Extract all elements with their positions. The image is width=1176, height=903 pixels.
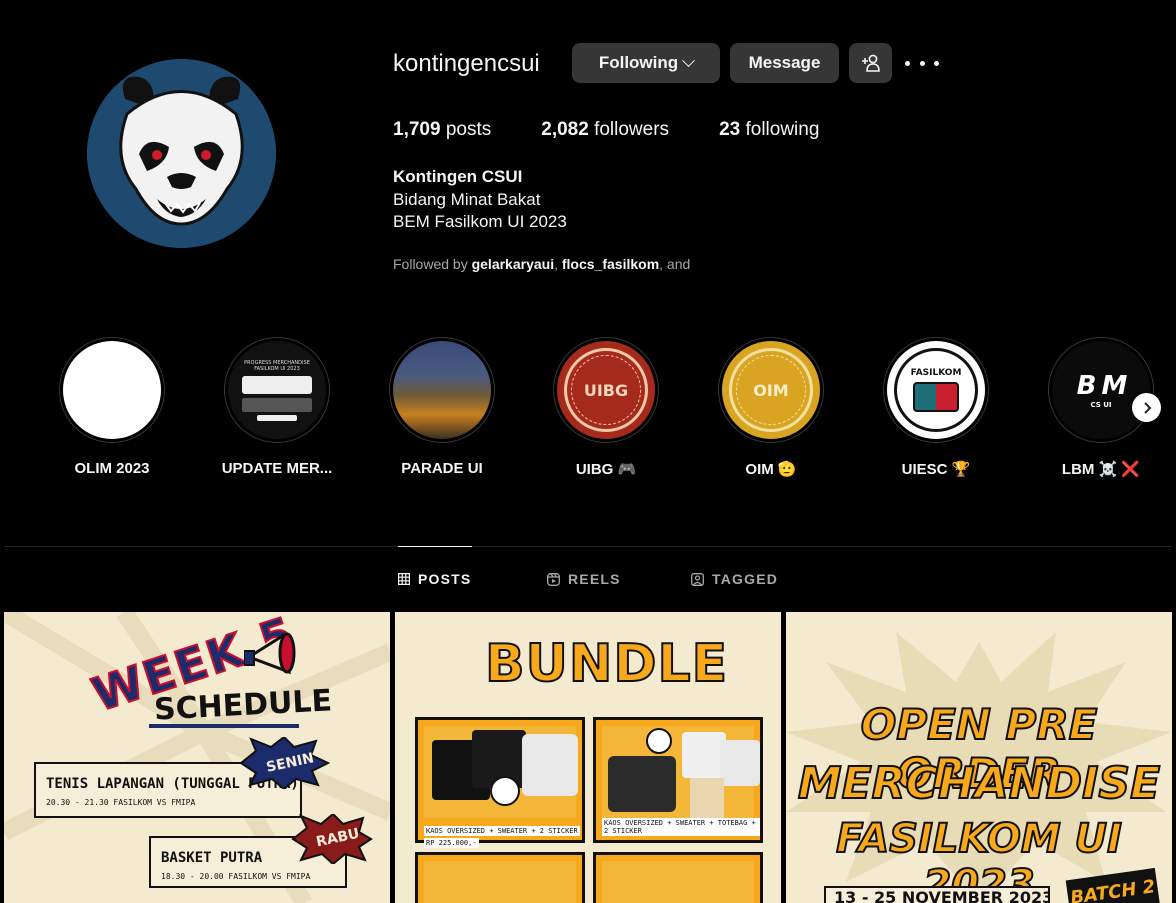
more-options-icon[interactable] [905,52,939,74]
highlight-parade-ui[interactable]: PARADE UI [377,337,507,477]
following-stat[interactable]: 23 following [719,119,819,141]
bundle-card: KAOS OVERSIZED + SWEATER + 2 STICKER RP … [415,717,585,848]
schedule-card-subtitle: 18.30 - 20.00 FASILKOM VS FMIPA [161,872,311,881]
followers-stat[interactable]: 2,082 followers [541,119,669,141]
highlight-olim-2023[interactable]: OLIM 2023 [47,337,177,477]
highlight-label: LBM ☠️ ❌ [1061,461,1141,478]
grid-icon [398,573,410,585]
posts-stat: 1,709 posts [393,119,491,141]
uibg-badge-icon: UIBG [557,341,655,439]
profile-bio-line-2: BEM Fasilkom UI 2023 [393,212,567,231]
highlight-label: UPDATE MER... [221,460,333,477]
highlight-label: OIM 🫡 [745,461,797,478]
profile-avatar[interactable] [87,59,276,248]
bundle-card-price: RP 225.000,- [424,838,479,848]
chevron-right-icon [1143,401,1151,414]
tab-tagged-label: TAGGED [712,571,779,587]
highlight-ring [389,337,495,443]
followers-count: 2,082 [541,119,589,140]
highlight-ring [59,337,165,443]
oim-badge-icon: OIM [722,341,820,439]
profile-stats: 1,709 posts 2,082 followers 23 following [393,119,869,141]
post2-title: BUNDLE [484,633,729,695]
followed-by[interactable]: Followed by gelarkaryaui, flocs_fasilkom… [393,256,690,272]
bundle-card: KAOS OVERSIZED + SWEATER + TOTEBAG + 2 S… [593,717,763,843]
panda-logo-icon [87,59,276,248]
tagged-icon [691,572,704,586]
highlight-uibg[interactable]: UIBG UIBG 🎮 [541,337,671,478]
tab-tagged[interactable]: TAGGED [691,571,778,587]
highlight-oim[interactable]: OIM OIM 🫡 [706,337,836,478]
highlights-next-button[interactable] [1132,393,1161,422]
update-thumb-title: PROGRESS MERCHANDISE FASILKOM UI 2023 [244,359,310,372]
highlight-ring: PROGRESS MERCHANDISE FASILKOM UI 2023 [224,337,330,443]
white-circle-icon [63,341,161,439]
chevron-down-icon [682,53,696,67]
add-user-icon [861,54,880,72]
followed-by-prefix: Followed by [393,256,472,272]
fasilkom-badge-icon: FASILKOM [887,341,985,439]
highlight-ring: FASILKOM [883,337,989,443]
posts-count: 1,709 [393,119,441,140]
highlight-update-merch[interactable]: PROGRESS MERCHANDISE FASILKOM UI 2023 UP… [212,337,342,477]
text-thumbnail-icon: PROGRESS MERCHANDISE FASILKOM UI 2023 [228,341,326,439]
tab-posts[interactable]: POSTS [398,571,471,587]
uibg-badge-text: UIBG [571,355,641,425]
oim-badge-text: OIM [736,355,806,425]
message-button[interactable]: Message [730,43,839,83]
post3-dates: 13 - 25 NOVEMBER 2023 [824,886,1050,903]
tab-posts-label: POSTS [418,571,472,587]
posts-stat-label: posts [445,119,492,140]
bundle-card-caption: KAOS OVERSIZED + SWEATER + TOTEBAG + 2 S… [602,818,760,836]
highlight-ring: B M CS UI [1048,337,1154,443]
following-button-label: Following [598,53,679,72]
profile-full-name: Kontingen CSUI [393,167,523,186]
lbm-logo-subtext: CS UI [1090,401,1112,409]
post-bundle[interactable]: BUNDLE KAOS OVERSIZED + SWEATER + 2 STIC… [395,612,781,903]
following-count: 23 [719,119,741,140]
post-week5-schedule[interactable]: WEEK 5 SCHEDULE TENIS LAPANGAN (TUNGGAL … [4,612,390,903]
post3-line2: MERCHANDISE [797,757,1161,810]
post-open-pre-order[interactable]: OPEN PRE ORDER MERCHANDISE FASILKOM UI 2… [786,612,1172,903]
followed-by-separator: , [554,256,562,272]
highlight-uiesc[interactable]: FASILKOM UIESC 🏆 [871,337,1001,478]
tab-reels-label: REELS [568,571,621,587]
crowd-photo-icon [393,341,491,439]
bundle-card [593,852,763,903]
followers-stat-label: followers [594,119,670,140]
highlight-label: OLIM 2023 [74,460,150,477]
profile-bio-line-1: Bidang Minat Bakat [393,190,541,209]
tab-reels[interactable]: REELS [547,571,621,587]
followed-by-suffix: , and [659,256,691,272]
profile-username: kontingencsui [393,50,540,77]
highlight-label: PARADE UI [401,460,483,477]
reels-icon [547,572,560,586]
tabs-divider [4,546,1172,547]
schedule-card-subtitle: 20.30 - 21.30 FASILKOM VS FMIPA [46,798,196,807]
highlight-label: UIBG 🎮 [575,461,637,478]
lbm-logo-icon: B M CS UI [1052,341,1150,439]
bundle-card-caption: KAOS OVERSIZED + SWEATER + 2 STICKER [424,826,580,836]
following-button[interactable]: Following [572,43,720,83]
highlight-label: UIESC 🏆 [901,461,971,478]
following-stat-label: following [745,119,820,140]
active-tab-indicator [398,546,472,547]
highlight-ring: OIM [718,337,824,443]
schedule-card-title: BASKET PUTRA [161,850,263,866]
bundle-card [415,852,585,903]
highlight-ring: UIBG [553,337,659,443]
suggest-users-button[interactable] [849,43,892,83]
lbm-logo-text: B M [1076,371,1128,401]
followed-by-user[interactable]: gelarkaryaui [472,256,555,272]
message-button-label: Message [748,53,821,72]
fasilkom-badge-text: FASILKOM [910,368,962,378]
megaphone-icon [244,632,296,675]
followed-by-user[interactable]: flocs_fasilkom [562,256,659,272]
